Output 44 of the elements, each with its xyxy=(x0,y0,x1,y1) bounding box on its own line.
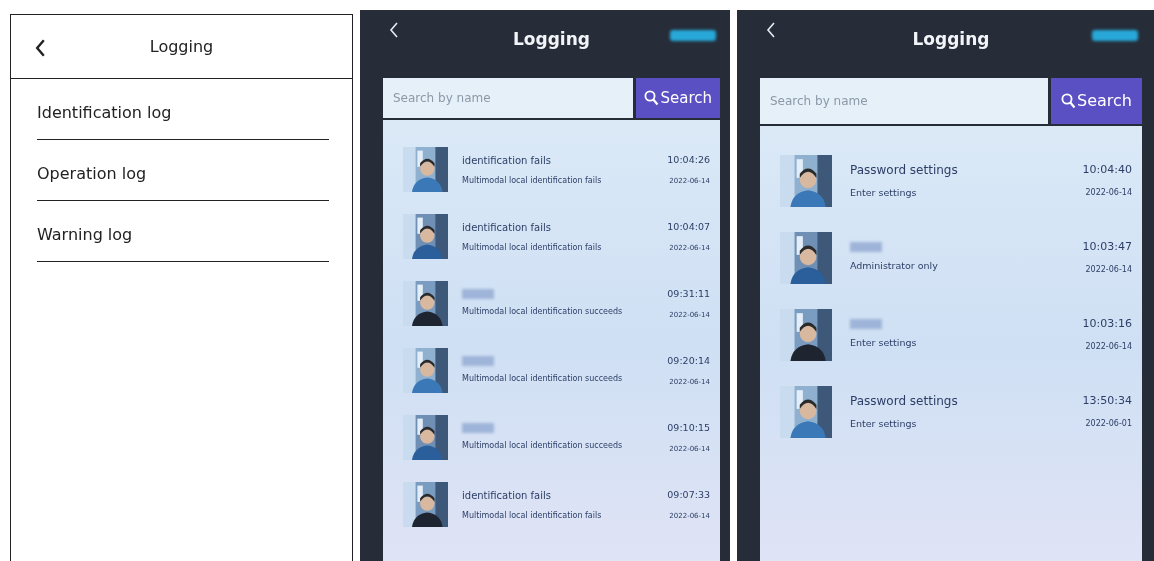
menu-item[interactable]: Operation log xyxy=(37,140,329,201)
search-button[interactable]: Search xyxy=(636,78,720,118)
screen-title: Logging xyxy=(149,35,214,58)
search-icon xyxy=(644,90,660,106)
search-field[interactable]: Search by name xyxy=(383,78,634,118)
log-detail: Multimodal local identification succeeds xyxy=(462,373,624,385)
log-time: 09:07:33 xyxy=(667,487,710,502)
log-date: 2022-06-01 xyxy=(1085,418,1132,431)
log-time: 09:10:15 xyxy=(667,420,710,435)
log-time: 09:20:14 xyxy=(667,353,710,368)
log-time: 10:03:47 xyxy=(1082,238,1132,255)
log-detail: Enter settings xyxy=(850,185,918,200)
menu-item[interactable]: Identification log xyxy=(37,79,329,140)
log-title: identification fails xyxy=(462,488,552,503)
log-title: Password settings xyxy=(850,161,959,179)
log-time: 10:04:07 xyxy=(667,219,710,234)
back-icon[interactable] xyxy=(35,39,46,57)
log-time: 10:03:16 xyxy=(1082,315,1132,332)
log-detail: Multimodal local identification fails xyxy=(462,241,603,254)
log-detail: Enter settings xyxy=(850,335,918,350)
search-field[interactable]: Search by name xyxy=(760,78,1049,124)
screen-title: Logging xyxy=(513,28,590,52)
log-title: identification fails xyxy=(462,153,552,168)
log-date: 2022-06-14 xyxy=(1085,264,1132,277)
screen-title: Logging xyxy=(912,28,990,52)
log-title: identification fails xyxy=(462,220,552,235)
log-time: 13:50:34 xyxy=(1082,392,1132,409)
log-detail: Multimodal local identification fails xyxy=(462,509,603,522)
log-detail: Multimodal local identification succeeds xyxy=(462,440,624,452)
log-date: 2022-06-14 xyxy=(1085,187,1132,200)
search-icon xyxy=(1061,93,1077,109)
log-time: 10:04:26 xyxy=(667,152,710,167)
log-detail: Enter settings xyxy=(850,416,918,431)
log-detail: Administrator only xyxy=(850,258,939,273)
log-time: 09:31:11 xyxy=(667,286,710,301)
search-button[interactable]: Search xyxy=(1051,78,1142,124)
log-date: 2022-06-14 xyxy=(1085,341,1132,354)
blurred-badge xyxy=(670,30,716,41)
menu-item[interactable]: Warning log xyxy=(37,201,329,262)
log-time: 10:04:40 xyxy=(1082,161,1132,178)
log-detail: Multimodal local identification succeeds xyxy=(462,306,624,318)
log-title: Password settings xyxy=(850,392,959,410)
blurred-badge xyxy=(1092,30,1138,41)
log-detail: Multimodal local identification fails xyxy=(462,174,603,187)
